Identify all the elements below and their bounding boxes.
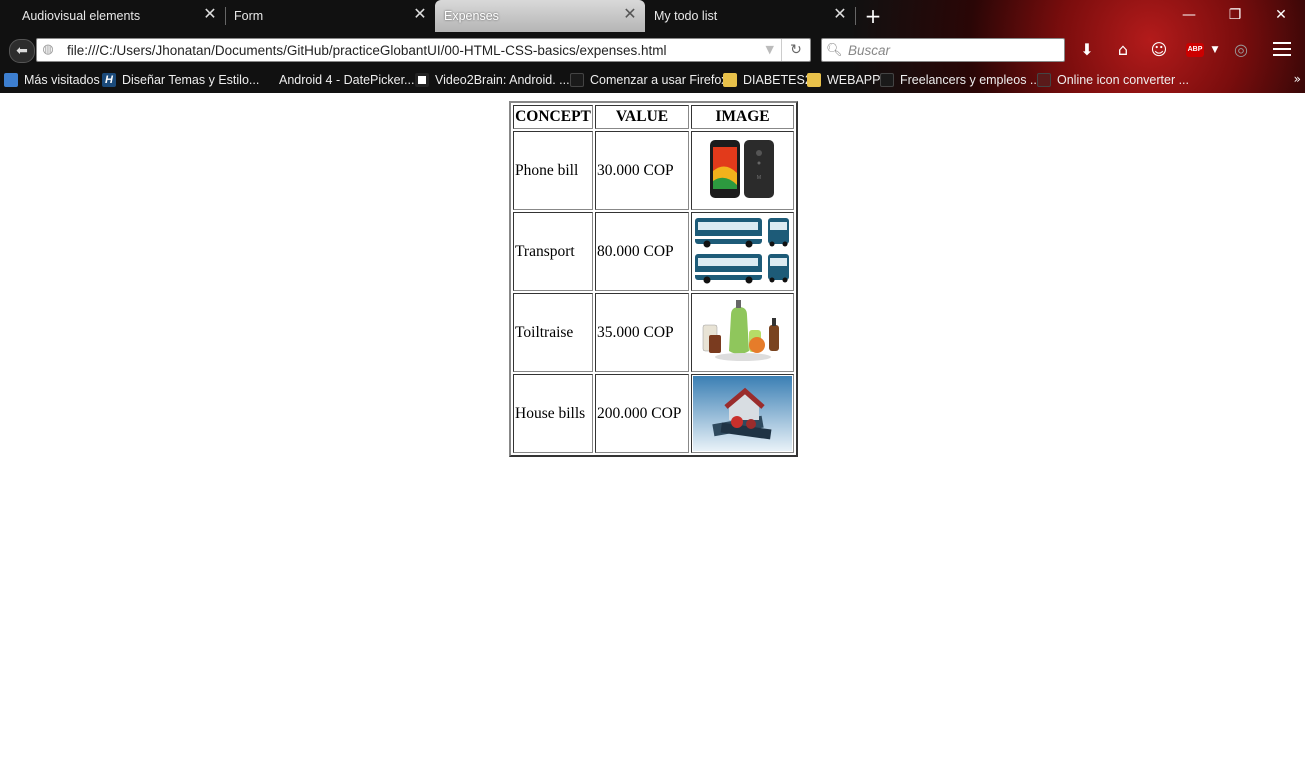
bookmark-online-icon-converter[interactable]: Online icon converter ... <box>1037 73 1189 87</box>
back-arrow-icon[interactable]: ⬅ <box>9 39 35 63</box>
tab-label: Audiovisual elements <box>22 9 141 23</box>
tab-label: Expenses <box>444 9 499 23</box>
svg-text:M: M <box>757 175 761 181</box>
image-cell <box>691 374 794 453</box>
search-input[interactable]: 🔍︎ Buscar <box>821 38 1065 62</box>
close-icon[interactable]: ✕ <box>203 7 217 23</box>
tab-label: My todo list <box>654 9 718 23</box>
buses-image <box>695 218 789 284</box>
adblock-dropdown-icon[interactable]: ▼ <box>1203 40 1227 60</box>
image-cell: M <box>691 131 794 210</box>
tab-strip: Audiovisual elements ✕ Form ✕ Expenses ✕… <box>0 0 1305 32</box>
smartphones-image: M <box>710 140 774 198</box>
smiley-icon[interactable]: ☺ <box>1147 40 1171 60</box>
bookmark-label: Android 4 - DatePicker... <box>279 73 415 87</box>
bookmark-disenar-temas[interactable]: H Diseñar Temas y Estilo... <box>102 73 259 87</box>
concept-cell: Toiltraise <box>513 293 593 372</box>
adblock-icon[interactable]: ABP <box>1186 43 1204 57</box>
header-concept: CONCEPT <box>513 105 593 129</box>
bookmark-video2brain[interactable]: Video2Brain: Android. ... <box>415 73 570 87</box>
page-icon <box>570 73 584 87</box>
tab-form[interactable]: Form ✕ <box>225 0 435 32</box>
folder-icon <box>807 73 821 87</box>
close-icon[interactable]: ✕ <box>833 7 847 23</box>
value-cell: 35.000 COP <box>595 293 689 372</box>
concept-cell: Phone bill <box>513 131 593 210</box>
new-tab-plus-icon[interactable]: + <box>862 5 884 27</box>
bookmark-webapp[interactable]: WEBAPP <box>807 73 881 87</box>
search-placeholder: Buscar <box>848 42 891 58</box>
table-row: Transport 80.000 COP <box>513 212 794 291</box>
tab-expenses[interactable]: Expenses ✕ <box>435 0 645 32</box>
globe-icon: ◍ <box>42 42 54 57</box>
bookmark-android-datepicker[interactable]: Android 4 - DatePicker... <box>279 73 414 87</box>
bookmark-label: Video2Brain: Android. ... <box>435 73 570 87</box>
concept-cell: Transport <box>513 212 593 291</box>
qr-icon <box>415 73 429 87</box>
minimize-icon[interactable]: — <box>1174 4 1204 26</box>
more-bookmarks-chevron-icon[interactable]: » <box>1294 72 1301 86</box>
toiletries-image <box>702 300 779 361</box>
table-row: Phone bill 30.000 COP M <box>513 131 794 210</box>
reload-icon[interactable]: ↻ <box>781 39 810 61</box>
image-cell <box>691 293 794 372</box>
tab-audiovisual-elements[interactable]: Audiovisual elements ✕ <box>0 0 226 32</box>
navigation-toolbar: ⬅ ◍ file:///C:/Users/Jhonatan/Documents/… <box>0 32 1305 68</box>
bookmark-label: WEBAPP <box>827 73 881 87</box>
value-cell: 80.000 COP <box>595 212 689 291</box>
table-header-row: CONCEPT VALUE IMAGE <box>513 105 794 129</box>
value-cell: 30.000 COP <box>595 131 689 210</box>
table-row: Toiltraise 35.000 COP <box>513 293 794 372</box>
menu-icon[interactable] <box>1273 42 1291 56</box>
bookmark-freelancers[interactable]: Freelancers y empleos ... <box>880 73 1040 87</box>
folder-icon <box>723 73 737 87</box>
url-bar[interactable]: ◍ file:///C:/Users/Jhonatan/Documents/Gi… <box>36 38 811 62</box>
concept-cell: House bills <box>513 374 593 453</box>
header-value: VALUE <box>595 105 689 129</box>
history-dropdown-icon[interactable]: ▼ <box>766 43 774 56</box>
bookmark-label: Más visitados <box>24 73 100 87</box>
image-cell <box>691 212 794 291</box>
table-row: House bills 200.000 COP <box>513 374 794 453</box>
download-icon[interactable]: ⬇ <box>1075 40 1099 60</box>
bookmark-label: Online icon converter ... <box>1057 73 1190 87</box>
value-cell: 200.000 COP <box>595 374 689 453</box>
close-icon[interactable]: ✕ <box>623 7 637 23</box>
house-money-image <box>693 376 792 451</box>
bookmark-diabetes2[interactable]: DIABETES2 <box>723 73 812 87</box>
search-icon: 🔍︎ <box>826 42 843 58</box>
header-image: IMAGE <box>691 105 794 129</box>
page-content: CONCEPT VALUE IMAGE Phone bill 30.000 CO… <box>0 93 1305 768</box>
bookmarks-toolbar: Más visitados H Diseñar Temas y Estilo...… <box>0 69 1305 93</box>
url-text: file:///C:/Users/Jhonatan/Documents/GitH… <box>67 42 667 58</box>
tab-my-todo-list[interactable]: My todo list ✕ <box>645 0 856 32</box>
bookmark-label: Comenzar a usar Firefox <box>590 73 728 87</box>
tab-label: Form <box>234 9 264 23</box>
page-icon <box>880 73 894 87</box>
expenses-table: CONCEPT VALUE IMAGE Phone bill 30.000 CO… <box>509 101 798 457</box>
h-logo-icon: H <box>102 73 116 87</box>
browser-chrome: Audiovisual elements ✕ Form ✕ Expenses ✕… <box>0 0 1305 93</box>
window-close-icon[interactable]: ✕ <box>1266 4 1296 26</box>
page-icon <box>1037 73 1051 87</box>
bookmark-most-visited[interactable]: Más visitados <box>4 73 100 87</box>
bookmark-comenzar-firefox[interactable]: Comenzar a usar Firefox <box>570 73 728 87</box>
close-icon[interactable]: ✕ <box>413 7 427 23</box>
restore-icon[interactable]: ❐ <box>1220 4 1250 26</box>
sync-icon[interactable]: ◎ <box>1229 40 1253 60</box>
home-icon[interactable]: ⌂ <box>1111 40 1135 60</box>
bookmark-label: Diseñar Temas y Estilo... <box>122 73 260 87</box>
bookmark-label: Freelancers y empleos ... <box>900 73 1041 87</box>
bookmark-label: DIABETES2 <box>743 73 812 87</box>
bookmark-icon <box>4 73 18 87</box>
